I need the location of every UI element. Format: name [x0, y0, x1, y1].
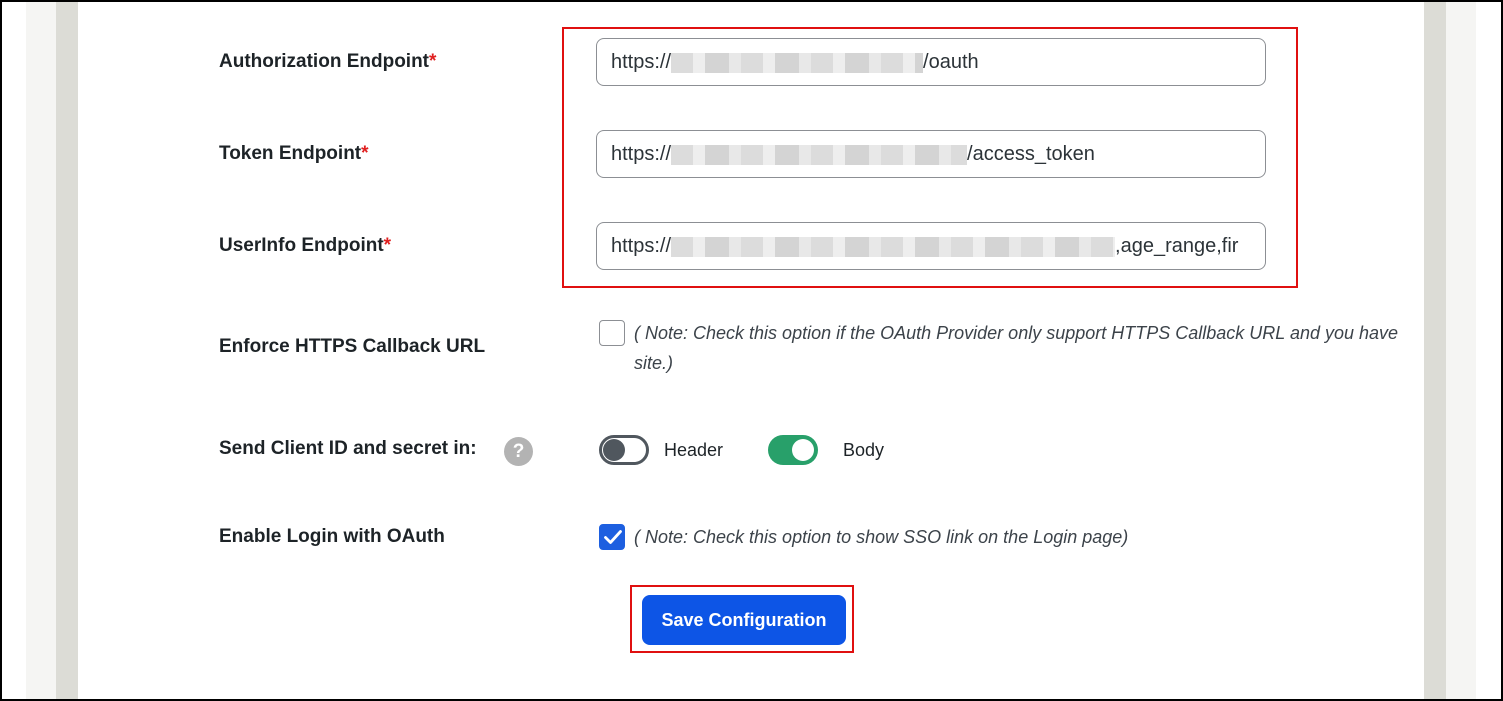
enforce-https-note-line2: site.) [634, 353, 674, 373]
enforce-https-note: ( Note: Check this option if the OAuth P… [634, 318, 1398, 378]
check-icon [604, 530, 622, 544]
required-mark: * [383, 235, 392, 256]
right-rail [1424, 2, 1446, 699]
required-mark: * [429, 51, 437, 72]
enable-login-checkbox[interactable] [599, 524, 625, 550]
enable-login-label: Enable Login with OAuth [219, 526, 445, 547]
send-client-label: Send Client ID and secret in: [219, 438, 477, 459]
enforce-https-label: Enforce HTTPS Callback URL [219, 336, 486, 357]
save-configuration-button[interactable]: Save Configuration [642, 595, 846, 645]
userinfo-endpoint-label-text: UserInfo Endpoint [219, 235, 384, 256]
left-rail [56, 2, 78, 699]
screenshot-frame: Authorization Endpoint* https:///oauth T… [0, 0, 1503, 701]
required-mark: * [361, 143, 369, 164]
authorization-endpoint-label-text: Authorization Endpoint [219, 51, 430, 72]
toggle-knob [603, 439, 625, 461]
header-toggle[interactable] [599, 435, 649, 465]
endpoints-highlight-box [562, 27, 1298, 288]
enforce-https-checkbox[interactable] [599, 320, 625, 346]
enforce-https-note-line1: ( Note: Check this option if the OAuth P… [634, 323, 1399, 343]
help-icon[interactable]: ? [504, 437, 533, 466]
enable-login-note: ( Note: Check this option to show SSO li… [634, 527, 1129, 547]
body-toggle[interactable] [768, 435, 818, 465]
header-toggle-label: Header [664, 440, 724, 460]
toggle-knob [792, 439, 814, 461]
token-endpoint-label-text: Token Endpoint [219, 143, 362, 164]
token-endpoint-label: Token Endpoint* [219, 143, 369, 165]
body-toggle-label: Body [843, 440, 885, 460]
userinfo-endpoint-label: UserInfo Endpoint* [219, 235, 391, 257]
authorization-endpoint-label: Authorization Endpoint* [219, 51, 436, 73]
